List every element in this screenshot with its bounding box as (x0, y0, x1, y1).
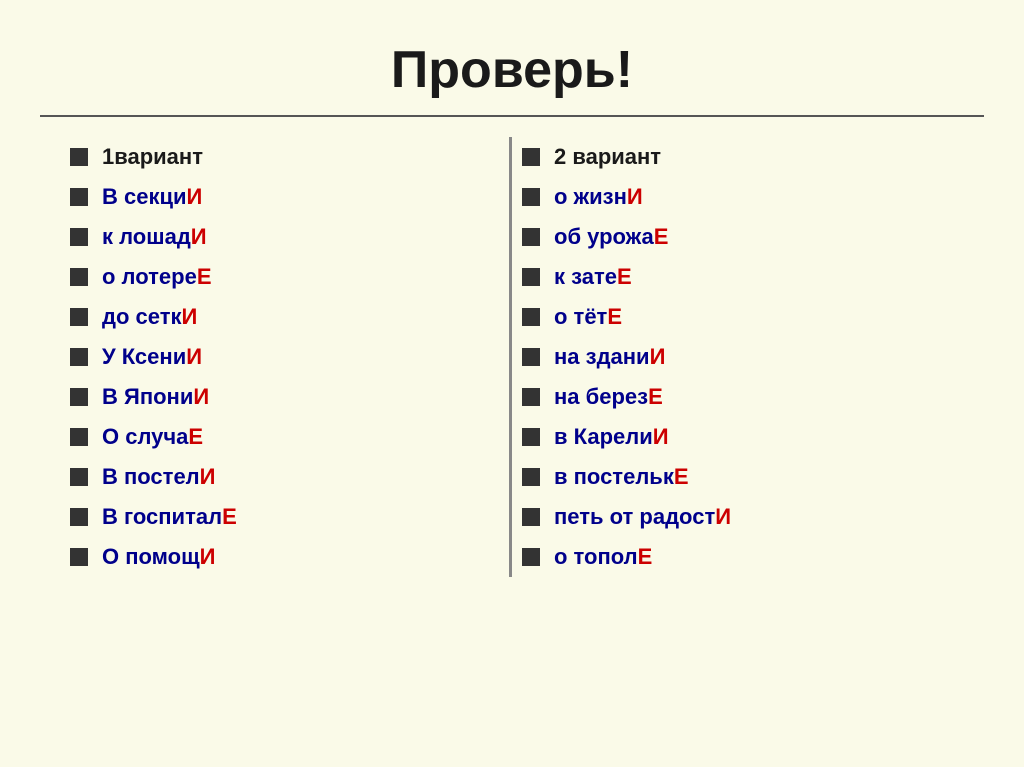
list-item: 1вариант (70, 137, 499, 177)
item-text: О случаЕ (102, 424, 203, 450)
bullet-icon (522, 348, 540, 366)
list-item: У КсениИ (70, 337, 499, 377)
column-1: 1вариант В секциИ к лошадИ о лотереЕ (60, 137, 512, 577)
item-text: к лошадИ (102, 224, 207, 250)
list-item: в постелькЕ (522, 457, 954, 497)
item-text: В секциИ (102, 184, 202, 210)
item-text: о тётЕ (554, 304, 622, 330)
bullet-icon (70, 548, 88, 566)
bullet-icon (70, 468, 88, 486)
list-item: о тополЕ (522, 537, 954, 577)
list-item: В ЯпониИ (70, 377, 499, 417)
bullet-icon (522, 228, 540, 246)
content-grid: 1вариант В секциИ к лошадИ о лотереЕ (40, 137, 984, 577)
item-text: о жизнИ (554, 184, 643, 210)
item-text: на березЕ (554, 384, 663, 410)
page-container: Проверь! 1вариант В секциИ к лошадИ (0, 0, 1024, 767)
list-item: В постелИ (70, 457, 499, 497)
list-item: на березЕ (522, 377, 954, 417)
list-item: В секциИ (70, 177, 499, 217)
bullet-icon (522, 188, 540, 206)
divider (40, 115, 984, 117)
bullet-icon (522, 428, 540, 446)
bullet-icon (70, 268, 88, 286)
bullet-icon (70, 348, 88, 366)
column-2: 2 вариант о жизнИ об урожаЕ к затеЕ (512, 137, 964, 577)
list-item: О помощИ (70, 537, 499, 577)
list-item: В госпиталЕ (70, 497, 499, 537)
bullet-icon (522, 308, 540, 326)
bullet-icon (70, 188, 88, 206)
bullet-icon (70, 308, 88, 326)
list-item: о жизнИ (522, 177, 954, 217)
item-text: В ЯпониИ (102, 384, 209, 410)
bullet-icon (70, 508, 88, 526)
list-item: в КарелиИ (522, 417, 954, 457)
item-text: о лотереЕ (102, 264, 212, 290)
bullet-icon (70, 388, 88, 406)
list-item: на зданиИ (522, 337, 954, 377)
item-text: в КарелиИ (554, 424, 669, 450)
list-item: об урожаЕ (522, 217, 954, 257)
list-item: петь от радостИ (522, 497, 954, 537)
bullet-icon (522, 468, 540, 486)
list-item: о лотереЕ (70, 257, 499, 297)
item-text: 1вариант (102, 144, 203, 170)
bullet-icon (70, 148, 88, 166)
bullet-icon (70, 428, 88, 446)
item-text: В постелИ (102, 464, 215, 490)
page-title: Проверь! (40, 20, 984, 115)
list-item: до сеткИ (70, 297, 499, 337)
bullet-icon (522, 148, 540, 166)
item-text: до сеткИ (102, 304, 197, 330)
item-text: 2 вариант (554, 144, 661, 170)
bullet-icon (522, 508, 540, 526)
bullet-icon (522, 548, 540, 566)
item-text: У КсениИ (102, 344, 202, 370)
item-text: к затеЕ (554, 264, 632, 290)
bullet-icon (522, 268, 540, 286)
item-text: О помощИ (102, 544, 215, 570)
list-item: к затеЕ (522, 257, 954, 297)
item-text: об урожаЕ (554, 224, 668, 250)
bullet-icon (70, 228, 88, 246)
bullet-icon (522, 388, 540, 406)
item-text: в постелькЕ (554, 464, 689, 490)
list-item: О случаЕ (70, 417, 499, 457)
item-text: о тополЕ (554, 544, 652, 570)
item-text: на зданиИ (554, 344, 665, 370)
item-text: В госпиталЕ (102, 504, 237, 530)
item-text: петь от радостИ (554, 504, 731, 530)
list-item: 2 вариант (522, 137, 954, 177)
list-item: к лошадИ (70, 217, 499, 257)
list-item: о тётЕ (522, 297, 954, 337)
